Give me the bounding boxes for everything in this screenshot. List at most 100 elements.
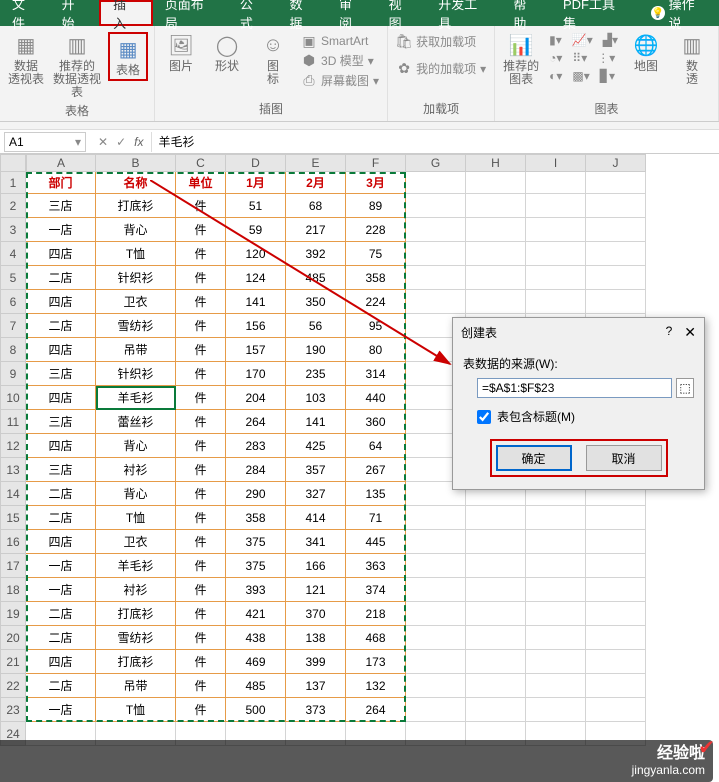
rec-charts-button[interactable]: 📊 推荐的图表 [501,32,541,86]
cell[interactable]: 89 [346,194,406,218]
cell[interactable] [586,530,646,554]
model3d-button[interactable]: ⬢3D 模型 ▾ [299,51,381,70]
cell[interactable]: 392 [286,242,346,266]
cell[interactable]: 二店 [26,626,96,650]
tab-formula[interactable]: 公式 [228,0,278,26]
formula-input[interactable]: 羊毛衫 [151,132,719,152]
cell[interactable] [466,290,526,314]
row-header[interactable]: 4 [0,242,26,266]
cell[interactable]: 370 [286,602,346,626]
cell[interactable]: 264 [346,698,406,722]
cell[interactable]: 132 [346,674,406,698]
cell[interactable]: 141 [226,290,286,314]
cell[interactable]: 204 [226,386,286,410]
cell[interactable]: 衬衫 [96,458,176,482]
cell[interactable] [586,698,646,722]
cell[interactable]: 件 [176,506,226,530]
cell[interactable] [406,578,466,602]
cell[interactable]: 485 [226,674,286,698]
cell[interactable]: 蕾丝衫 [96,410,176,434]
cell[interactable]: 173 [346,650,406,674]
cell[interactable]: 四店 [26,650,96,674]
cell[interactable]: 四店 [26,386,96,410]
cell[interactable]: 141 [286,410,346,434]
col-header-J[interactable]: J [586,154,646,172]
cell[interactable]: 156 [226,314,286,338]
cell[interactable] [586,242,646,266]
chart-pie-button[interactable]: ◐▾ [547,68,564,84]
cell[interactable]: 267 [346,458,406,482]
cell[interactable]: 228 [346,218,406,242]
row-header[interactable]: 8 [0,338,26,362]
cell[interactable]: 485 [286,266,346,290]
cell[interactable]: 421 [226,602,286,626]
cell[interactable]: 二店 [26,482,96,506]
cell[interactable]: 背心 [96,482,176,506]
col-header-H[interactable]: H [466,154,526,172]
cell[interactable] [586,290,646,314]
cell[interactable]: 284 [226,458,286,482]
chart-hier-button[interactable]: ◔▾ [547,50,564,66]
cell[interactable]: 120 [226,242,286,266]
cell[interactable] [586,172,646,194]
cell[interactable] [586,650,646,674]
cell[interactable] [406,554,466,578]
accept-icon[interactable]: ✓ [116,135,126,149]
cell[interactable] [586,602,646,626]
cell[interactable]: 三店 [26,194,96,218]
cell[interactable] [526,554,586,578]
cell[interactable] [526,194,586,218]
cell[interactable] [406,290,466,314]
cell[interactable] [406,218,466,242]
tab-view[interactable]: 视图 [377,0,427,26]
cell[interactable] [406,242,466,266]
col-header-A[interactable]: A [26,154,96,172]
cell[interactable]: 375 [226,530,286,554]
cell[interactable]: T恤 [96,698,176,722]
cell[interactable]: 背心 [96,434,176,458]
cell[interactable] [586,554,646,578]
cell[interactable]: 425 [286,434,346,458]
cell[interactable]: 三店 [26,458,96,482]
tab-review[interactable]: 审阅 [327,0,377,26]
cell[interactable]: 224 [346,290,406,314]
cell[interactable]: 121 [286,578,346,602]
cell[interactable]: 440 [346,386,406,410]
cell[interactable]: 件 [176,362,226,386]
cancel-icon[interactable]: ✕ [98,135,108,149]
recommend-pivot-button[interactable]: ▥ 推荐的数据透视表 [52,32,102,100]
cell[interactable]: 雪纺衫 [96,626,176,650]
tab-file[interactable]: 文件 [0,0,50,26]
cell[interactable] [406,172,466,194]
cell[interactable] [406,602,466,626]
cell[interactable] [526,218,586,242]
row-header[interactable]: 16 [0,530,26,554]
cell[interactable]: 103 [286,386,346,410]
cell[interactable] [466,554,526,578]
cell[interactable]: 283 [226,434,286,458]
cell[interactable] [526,530,586,554]
range-input[interactable] [477,378,672,398]
cell[interactable]: 357 [286,458,346,482]
cell[interactable]: 一店 [26,578,96,602]
cell[interactable]: 314 [346,362,406,386]
cell[interactable] [466,650,526,674]
cell[interactable] [586,506,646,530]
cell[interactable]: 二店 [26,674,96,698]
icons-button[interactable]: ☺ 图标 [253,32,293,86]
cell[interactable]: 件 [176,602,226,626]
row-header[interactable]: 1 [0,172,26,194]
cell[interactable] [466,266,526,290]
cell[interactable]: 80 [346,338,406,362]
cell[interactable] [466,218,526,242]
cell[interactable]: 件 [176,650,226,674]
has-headers-input[interactable] [477,410,491,424]
cell[interactable]: 四店 [26,434,96,458]
cell[interactable]: 打底衫 [96,650,176,674]
cell[interactable]: 374 [346,578,406,602]
cell[interactable]: 件 [176,194,226,218]
cell[interactable]: 190 [286,338,346,362]
chart-combo-button[interactable]: ▊▾ [598,68,617,84]
cell[interactable]: 399 [286,650,346,674]
row-header[interactable]: 19 [0,602,26,626]
